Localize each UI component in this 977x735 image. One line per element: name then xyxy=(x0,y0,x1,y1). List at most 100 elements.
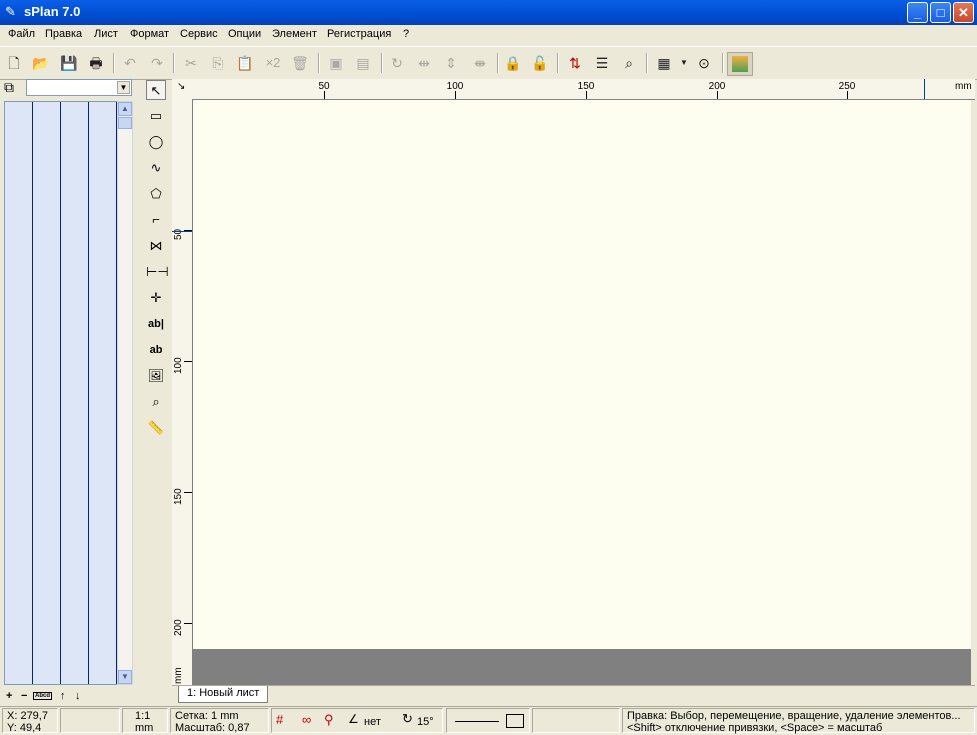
dimension-tool-icon[interactable]: ⊢⊣ xyxy=(146,262,169,282)
lock-icon[interactable]: 🔒 xyxy=(504,55,522,71)
menu-edit[interactable]: Правка xyxy=(45,28,82,40)
freehand-tool-icon[interactable]: ∿ xyxy=(146,158,166,178)
cut-icon[interactable]: ✂ xyxy=(182,55,200,71)
layer-select[interactable]: ▼ xyxy=(26,79,132,96)
zoom-fit-icon[interactable]: ⊙ xyxy=(695,55,713,71)
print-icon[interactable]: 🖶 xyxy=(87,55,105,71)
menu-bar: Файл Правка Лист Формат Сервис Опции Эле… xyxy=(0,25,977,45)
scroll-up-button[interactable]: ▲ xyxy=(118,102,132,116)
layer-scrollbar[interactable]: ▲ ▼ xyxy=(117,101,133,685)
image-tool-icon[interactable]: 🖼 xyxy=(146,366,166,386)
drawing-sheet[interactable] xyxy=(193,100,971,649)
maximize-button[interactable]: □ xyxy=(930,2,951,23)
mirror-both-icon[interactable]: ⇼ xyxy=(469,55,491,71)
layer-view-icon xyxy=(732,56,748,72)
title-bar[interactable]: ✎ sPlan 7.0 _ □ ✕ xyxy=(0,0,977,25)
zoom-tool-icon[interactable]: ⌕ xyxy=(146,392,166,412)
menu-service[interactable]: Сервис xyxy=(180,28,218,40)
close-button[interactable]: ✕ xyxy=(953,2,974,23)
grid-snap-icon[interactable]: # xyxy=(276,713,283,726)
vertical-ruler[interactable]: 50 100 150 200 mm xyxy=(172,99,193,685)
undo-icon[interactable]: ↶ xyxy=(121,55,139,71)
ruler-tick xyxy=(184,492,192,493)
ruler-label: 150 xyxy=(577,81,595,92)
ruler-origin-icon[interactable]: ↘ xyxy=(177,81,185,92)
scale-ratio: 1:1 xyxy=(135,710,151,722)
menu-registration[interactable]: Регистрация xyxy=(327,28,391,40)
sheet-tab[interactable]: 1: Новый лист xyxy=(178,686,269,703)
cursor-position-marker xyxy=(172,231,192,232)
text-tool-icon[interactable]: ab| xyxy=(146,314,166,334)
mirror-vertical-icon[interactable]: ⇕ xyxy=(442,55,460,71)
grid-icon[interactable]: ▦ xyxy=(655,55,673,71)
pin-snap-icon[interactable]: ⚲ xyxy=(324,713,334,726)
add-layer-button[interactable]: + xyxy=(6,690,12,702)
grid-zoom-panel[interactable]: Сетка: 1 mm Масштаб: 0,87 xyxy=(170,708,269,734)
menu-format[interactable]: Формат xyxy=(130,28,169,40)
search-binoculars-icon[interactable]: ⌕ xyxy=(620,55,638,71)
menu-sheet[interactable]: Лист xyxy=(94,28,118,40)
rename-layer-button[interactable]: Abcd xyxy=(33,692,52,700)
paste-icon[interactable]: 📋 xyxy=(236,55,254,71)
minimize-button[interactable]: _ xyxy=(907,2,928,23)
ruler-unit: mm xyxy=(173,667,184,684)
delete-icon[interactable]: 🗑 xyxy=(291,55,309,71)
cursor-y: Y: 49,4 xyxy=(7,722,42,734)
drawing-canvas-area[interactable] xyxy=(193,100,971,685)
polygon-tool-icon[interactable]: ⬠ xyxy=(146,184,166,204)
layer-column-divider xyxy=(60,102,61,684)
line-style-preview xyxy=(455,721,499,722)
polyline-tool-icon[interactable]: ⌐ xyxy=(146,210,166,230)
ruler-tick xyxy=(847,91,848,99)
copy-icon[interactable]: ⎘ xyxy=(209,55,227,71)
layer-view-toggle[interactable] xyxy=(727,52,753,76)
move-layer-up-button[interactable]: ↑ xyxy=(60,690,66,702)
chevron-down-icon[interactable]: ▼ xyxy=(679,55,689,71)
menu-element[interactable]: Элемент xyxy=(272,28,317,40)
menu-help[interactable]: ? xyxy=(403,28,409,40)
scale-unit: mm xyxy=(135,722,154,734)
group-icon[interactable]: ▣ xyxy=(327,55,345,71)
ungroup-icon[interactable]: ▤ xyxy=(354,55,372,71)
list-icon[interactable]: ☰ xyxy=(593,55,611,71)
duplicate-icon[interactable]: ×2 xyxy=(262,55,284,71)
rectangle-tool-icon[interactable]: ▭ xyxy=(146,106,166,126)
chevron-down-icon[interactable]: ▼ xyxy=(117,81,130,94)
main-toolbar: 🗋 📂 💾 🖶 ↶ ↷ ✂ ⎘ 📋 ×2 🗑 ▣ ▤ ↻ ⇹ ⇕ ⇼ 🔒 🔓 ⇅… xyxy=(0,46,977,80)
textbox-tool-icon[interactable]: ab xyxy=(146,340,166,360)
save-icon[interactable]: 💾 xyxy=(60,55,78,71)
open-folder-icon[interactable]: 📂 xyxy=(32,55,50,71)
toolbar-separator xyxy=(381,53,383,73)
ruler-tick xyxy=(324,91,325,99)
ruler-label: 250 xyxy=(838,81,856,92)
magnet-snap-icon[interactable]: ∞ xyxy=(302,713,311,726)
remove-layer-button[interactable]: − xyxy=(21,690,27,702)
numbering-icon[interactable]: ⇅ xyxy=(566,55,584,71)
mirror-horizontal-icon[interactable]: ⇹ xyxy=(415,55,433,71)
new-file-icon[interactable]: 🗋 xyxy=(5,55,23,71)
bezier-tool-icon[interactable]: ⋈ xyxy=(146,236,166,256)
measure-tool-icon[interactable]: 📏 xyxy=(146,418,166,438)
cursor-coordinates: X: 279,7 Y: 49,4 xyxy=(2,708,58,734)
rotation-step-icon[interactable]: ↻ xyxy=(402,712,413,725)
ruler-label: 150 xyxy=(173,488,184,505)
layer-list[interactable] xyxy=(4,101,117,685)
ruler-tick xyxy=(184,623,192,624)
ellipse-tool-icon[interactable]: ◯ xyxy=(146,132,166,152)
redo-icon[interactable]: ↷ xyxy=(148,55,166,71)
drawing-toolbox: ↖ ▭ ◯ ∿ ⬠ ⌐ ⋈ ⊢⊣ ✛ ab| ab 🖼 ⌕ 📏 xyxy=(143,79,170,519)
angle-snap-icon[interactable]: ∠ xyxy=(348,713,359,725)
menu-file[interactable]: Файл xyxy=(8,28,35,40)
unlock-icon[interactable]: 🔓 xyxy=(531,55,549,71)
scroll-thumb[interactable] xyxy=(118,117,132,129)
move-layer-down-button[interactable]: ↓ xyxy=(75,690,81,702)
layer-column-divider xyxy=(32,102,33,684)
horizontal-ruler[interactable]: ↘ 50 100 150 200 250 mm xyxy=(172,79,975,100)
line-style-panel[interactable] xyxy=(446,708,530,733)
layer-column-divider xyxy=(88,102,89,684)
rotate-icon[interactable]: ↻ xyxy=(388,55,406,71)
connection-point-tool-icon[interactable]: ✛ xyxy=(146,288,166,308)
select-tool-icon[interactable]: ↖ xyxy=(146,80,166,100)
scroll-down-button[interactable]: ▼ xyxy=(118,670,132,684)
menu-options[interactable]: Опции xyxy=(228,28,261,40)
